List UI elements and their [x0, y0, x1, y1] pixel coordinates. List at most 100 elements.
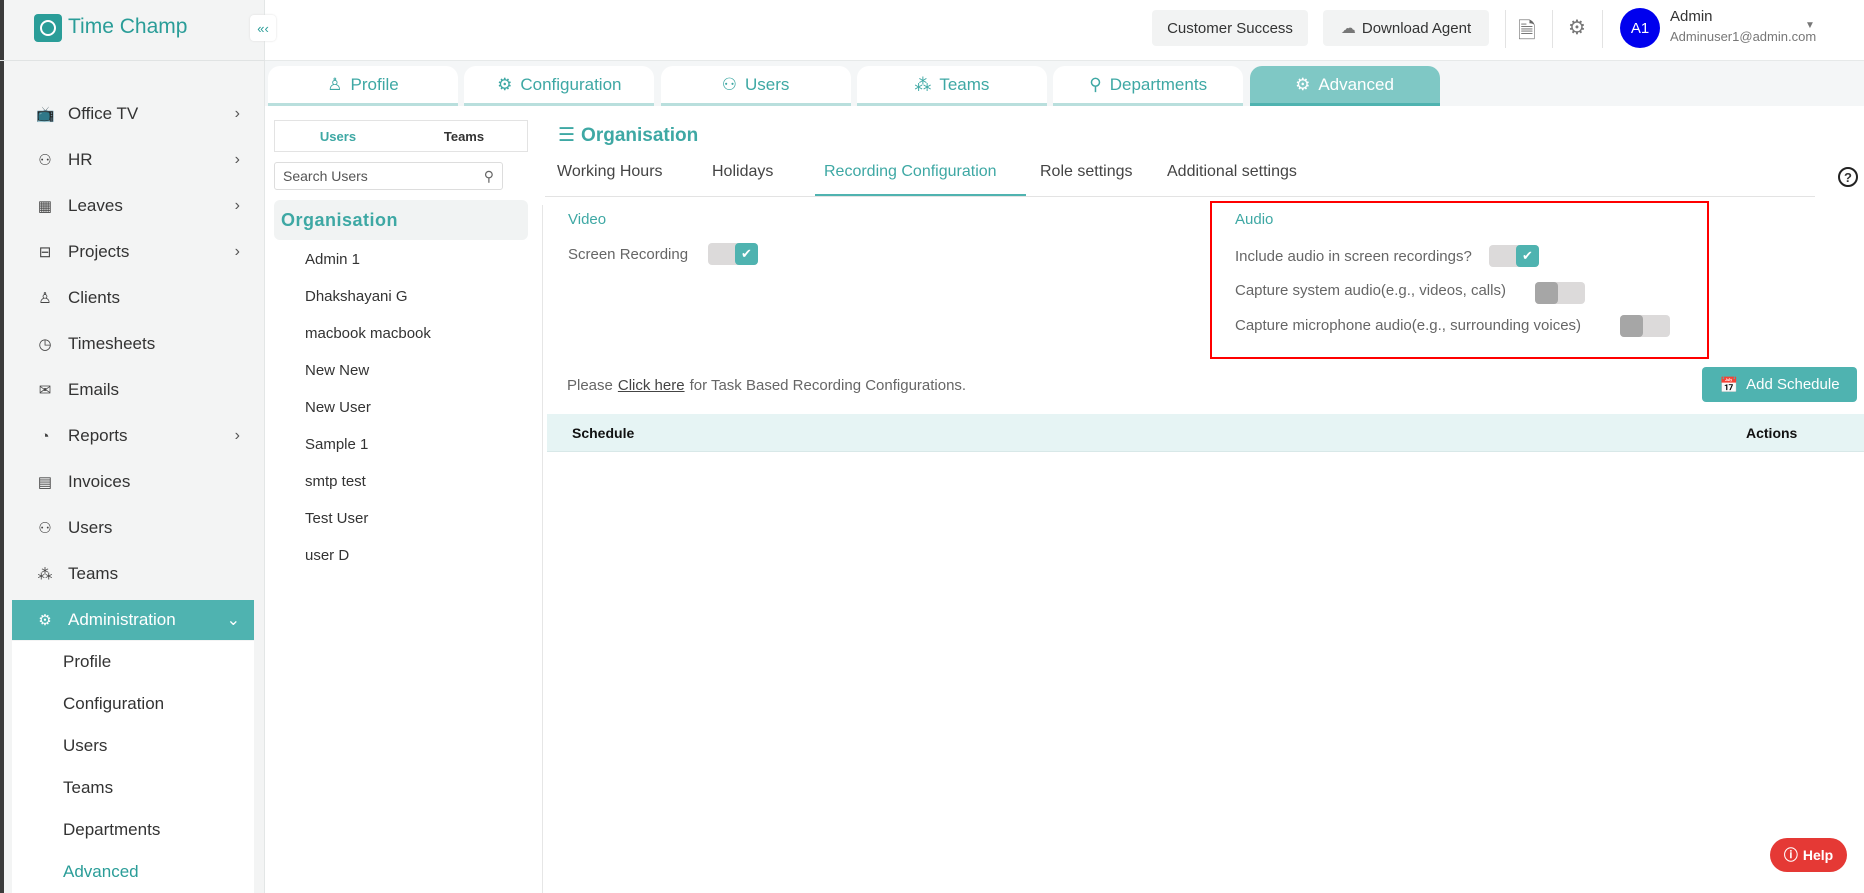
user-list-item[interactable]: New User: [305, 399, 371, 416]
clock-icon: ◷: [38, 336, 52, 353]
sidebar-item-teams[interactable]: ⁂ Teams: [12, 554, 254, 594]
sidebar-item-clients[interactable]: ♙ Clients: [12, 278, 254, 318]
segment-users[interactable]: Users: [275, 121, 401, 151]
user-list-item[interactable]: Sample 1: [305, 436, 368, 453]
search-users-input[interactable]: Search Users ⚲: [274, 162, 503, 190]
client-icon: ♙: [38, 290, 52, 307]
user-list-item[interactable]: macbook macbook: [305, 325, 431, 342]
user-email: Adminuser1@admin.com: [1670, 29, 1817, 44]
subtab-additional-settings[interactable]: Additional settings: [1167, 163, 1297, 181]
sidebar-subitem-teams[interactable]: Teams: [12, 767, 254, 809]
sidebar-item-label: Projects: [68, 242, 130, 261]
customer-success-button[interactable]: Customer Success: [1152, 10, 1308, 46]
user-list-item[interactable]: Admin 1: [305, 251, 360, 268]
sidebar-item-label: Office TV: [68, 104, 139, 123]
menu-icon: ☰: [558, 125, 576, 146]
chevron-right-icon: ›: [234, 151, 240, 168]
sidebar-item-users[interactable]: ⚇ Users: [12, 508, 254, 548]
user-list-item[interactable]: New New: [305, 362, 369, 379]
help-button[interactable]: ⓘ Help: [1770, 838, 1847, 872]
user-list-item[interactable]: Test User: [305, 510, 368, 527]
subtab-recording-configuration[interactable]: Recording Configuration: [824, 163, 997, 181]
sidebar-item-label: HR: [68, 150, 93, 169]
tab-departments[interactable]: ⚲ Departments: [1053, 66, 1244, 106]
document-icon[interactable]: 🗎: [1518, 14, 1536, 52]
tab-icon: ⚙: [497, 74, 513, 94]
screen-recording-toggle[interactable]: ✔: [708, 243, 758, 265]
include-audio-label: Include audio in screen recordings?: [1235, 248, 1472, 265]
sidebar-subitem-configuration[interactable]: Configuration: [12, 683, 254, 725]
organisation-item[interactable]: Organisation: [274, 200, 528, 240]
click-here-link[interactable]: Click here: [618, 377, 685, 394]
tab-profile[interactable]: ♙ Profile: [268, 66, 458, 106]
sidebar-item-projects[interactable]: ⊟ Projects ›: [12, 232, 254, 272]
chevron-right-icon: ›: [234, 197, 240, 214]
sidebar-item-hr[interactable]: ⚇ HR ›: [12, 140, 254, 180]
avatar[interactable]: A1: [1620, 8, 1660, 48]
tab-label: Profile: [350, 74, 399, 94]
button-label: Help: [1802, 847, 1834, 863]
sidebar-item-label: Emails: [68, 380, 120, 399]
column-actions: Actions: [1746, 425, 1798, 441]
caret-down-icon[interactable]: ▼: [1805, 20, 1815, 31]
sidebar-item-invoices[interactable]: ▤ Invoices: [12, 462, 254, 502]
sidebar-item-timesheets[interactable]: ◷ Timesheets: [12, 324, 254, 364]
mic-audio-toggle[interactable]: [1620, 315, 1670, 337]
sidebar-item-emails[interactable]: ✉ Emails: [12, 370, 254, 410]
tab-label: Users: [745, 74, 790, 94]
sidebar-item-reports[interactable]: ◔ Reports ›: [12, 416, 254, 456]
tab-icon: ⚙: [1295, 74, 1311, 94]
add-schedule-button[interactable]: 📅 Add Schedule: [1702, 367, 1857, 402]
tab-configuration[interactable]: ⚙ Configuration: [464, 66, 655, 106]
sidebar-subitem-departments[interactable]: Departments: [12, 809, 254, 851]
tab-label: Advanced: [1318, 74, 1394, 94]
subtab-working-hours[interactable]: Working Hours: [557, 163, 663, 181]
tab-teams[interactable]: ⁂ Teams: [856, 66, 1047, 106]
tab-label: Teams: [939, 74, 990, 94]
settings-icon[interactable]: ⚙: [1568, 15, 1586, 40]
schedule-table-header: Schedule Actions: [547, 414, 1864, 452]
subtab-holidays[interactable]: Holidays: [712, 163, 773, 181]
chevron-down-icon: ⌄: [226, 612, 240, 629]
search-placeholder: Search Users: [283, 168, 368, 184]
tab-icon: ⁂: [914, 74, 932, 94]
sidebar-item-leaves[interactable]: ▦ Leaves ›: [12, 186, 254, 226]
column-schedule: Schedule: [572, 425, 635, 441]
user-list-item[interactable]: smtp test: [305, 473, 366, 490]
download-agent-button[interactable]: ☁ Download Agent: [1323, 10, 1489, 46]
user-list-item[interactable]: user D: [305, 547, 349, 564]
note-text: Please: [567, 377, 613, 394]
question-circle-icon: ⓘ: [1783, 847, 1798, 863]
sidebar-item-label: Clients: [68, 288, 120, 307]
sidebar-subitem-profile[interactable]: Profile: [12, 641, 254, 683]
sidebar-item-office-tv[interactable]: 📺 Office TV ›: [12, 94, 254, 134]
subtab-role-settings[interactable]: Role settings: [1040, 163, 1133, 181]
sidebar-subitem-advanced[interactable]: Advanced: [12, 851, 254, 893]
check-icon: ✔: [735, 243, 758, 265]
include-audio-toggle[interactable]: ✔: [1489, 245, 1539, 267]
segment-teams[interactable]: Teams: [401, 121, 527, 151]
task-recording-note: Please Click here for Task Based Recordi…: [567, 377, 966, 394]
button-label: Customer Success: [1167, 19, 1293, 37]
chevron-right-icon: ›: [234, 243, 240, 260]
tab-users[interactable]: ⚇ Users: [660, 66, 851, 106]
tab-icon: ⚇: [721, 74, 738, 94]
user-list-item[interactable]: Dhakshayani G: [305, 288, 408, 305]
brand-name: Time Champ: [68, 15, 188, 38]
system-audio-toggle[interactable]: [1535, 282, 1585, 304]
sidebar-item-label: Leaves: [68, 196, 123, 215]
tab-advanced[interactable]: ⚙ Advanced: [1249, 66, 1440, 106]
user-name: Admin: [1670, 8, 1713, 25]
sidebar-item-label: Users: [68, 518, 113, 537]
sidebar-subitem-users[interactable]: Users: [12, 725, 254, 767]
help-question-icon[interactable]: ?: [1838, 167, 1858, 187]
tab-icon: ♙: [327, 74, 343, 94]
collapse-sidebar-button[interactable]: «‹: [250, 15, 276, 41]
page-title: ☰ Organisation: [558, 124, 698, 147]
sidebar-item-administration[interactable]: ⚙ Administration ⌄: [12, 600, 254, 640]
button-label: Add Schedule: [1746, 376, 1840, 393]
briefcase-icon: ⊟: [38, 244, 52, 261]
tv-icon: 📺: [36, 106, 55, 123]
calendar-icon: ▦: [37, 198, 53, 215]
chevron-right-icon: ›: [234, 427, 240, 444]
